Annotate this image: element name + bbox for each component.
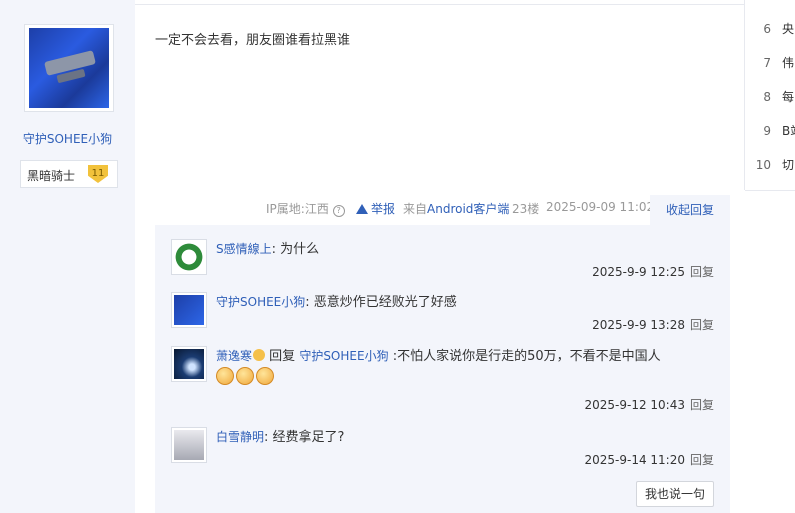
- commenter-avatar[interactable]: [171, 427, 207, 463]
- commenter-avatar[interactable]: [171, 292, 207, 328]
- comment-time: 2025-9-12 10:43: [584, 398, 685, 412]
- commenter-avatar[interactable]: [171, 239, 207, 275]
- commenter-name[interactable]: 白雪静明: [216, 430, 264, 444]
- hot-topics-sidebar: 6央 7伟 8每 9B站 10切: [744, 0, 795, 191]
- author-avatar[interactable]: [24, 24, 114, 112]
- comment-footer: 2025-9-9 13:28 回复: [592, 316, 714, 333]
- post-source: 来自Android客户端: [403, 202, 510, 216]
- author-username[interactable]: 守护SOHEE小狗: [0, 130, 135, 147]
- emoji-icon: [253, 349, 266, 361]
- comment-list: S感情線上: 为什么 2025-9-9 12:25 回复 守护SOHEE小狗: 恶…: [155, 225, 730, 513]
- reply-prefix: 回复: [269, 349, 296, 364]
- warning-icon: [356, 204, 368, 214]
- comment-body: S感情線上: 为什么: [216, 242, 320, 257]
- laughing-emoji-icon: [256, 367, 274, 385]
- laughing-emoji-icon: [236, 367, 254, 385]
- reply-to-name[interactable]: 守护SOHEE小狗: [299, 349, 388, 363]
- divider: [745, 190, 795, 191]
- reply-link[interactable]: 回复: [690, 453, 714, 467]
- post-content: 一定不会去看，朋友圈谁看拉黑谁: [155, 33, 351, 48]
- comment-footer: 2025-9-9 12:25 回复: [592, 263, 714, 280]
- hot-topic-item[interactable]: 6央: [745, 20, 795, 37]
- hot-topic-item[interactable]: 8每: [745, 88, 795, 105]
- help-icon[interactable]: ?: [332, 205, 345, 217]
- comment-body: 守护SOHEE小狗: 恶意炒作已经败光了好感: [216, 295, 457, 310]
- commenter-name[interactable]: 萧逸寒: [216, 349, 252, 363]
- add-comment-button[interactable]: 我也说一句: [636, 481, 714, 507]
- hot-topic-item[interactable]: 9B站: [745, 122, 795, 139]
- comment-time: 2025-9-9 13:28: [592, 318, 685, 332]
- comment-time: 2025-9-9 12:25: [592, 265, 685, 279]
- post-datetime: 2025-09-09 11:02: [546, 200, 655, 214]
- reply-link[interactable]: 回复: [690, 265, 714, 279]
- spaceship-avatar-icon: [174, 295, 204, 325]
- spaceship-avatar-icon: [29, 28, 109, 108]
- collapse-replies-button[interactable]: 收起回复: [650, 195, 730, 225]
- badge-level-icon: 11: [88, 165, 108, 183]
- divider: [135, 4, 744, 5]
- comment-text: :不怕人家说你是行走的50万，不看不是中国人: [392, 349, 661, 364]
- hot-topic-item[interactable]: 7伟: [745, 54, 795, 71]
- comment-footer: 2025-9-12 10:43 回复: [584, 396, 714, 413]
- comment-body: 白雪静明: 经费拿足了?: [216, 430, 345, 445]
- reply-link[interactable]: 回复: [690, 318, 714, 332]
- comment-footer: 2025-9-14 11:20 回复: [584, 451, 714, 468]
- floor-number: 23楼: [512, 202, 540, 216]
- anime-avatar-icon: [174, 430, 204, 460]
- commenter-avatar[interactable]: [171, 346, 207, 382]
- comment-text: 为什么: [280, 242, 320, 257]
- hot-topic-item[interactable]: 10 切: [745, 156, 795, 173]
- comment-text: 恶意炒作已经败光了好感: [313, 295, 457, 310]
- planet-avatar-icon: [174, 349, 204, 379]
- wreath-avatar-icon: [174, 242, 204, 272]
- author-badge[interactable]: 黑暗骑士 11: [20, 160, 118, 188]
- comment-text: 经费拿足了?: [272, 430, 345, 445]
- report-link[interactable]: 举报: [356, 200, 395, 217]
- author-column: 守护SOHEE小狗 黑暗骑士 11: [0, 0, 135, 513]
- badge-title: 黑暗骑士: [27, 169, 76, 183]
- reply-link[interactable]: 回复: [690, 398, 714, 412]
- commenter-name[interactable]: 守护SOHEE小狗: [216, 295, 305, 309]
- ip-location: IP属地:江西 ?: [266, 200, 345, 217]
- laughing-emoji-icon: [216, 367, 234, 385]
- comment-time: 2025-9-14 11:20: [584, 453, 685, 467]
- comment-body: 萧逸寒 回复 守护SOHEE小狗 :不怕人家说你是行走的50万，不看不是中国人: [216, 346, 721, 388]
- commenter-name[interactable]: S感情線上: [216, 242, 272, 256]
- source-client-link[interactable]: Android客户端: [427, 202, 509, 216]
